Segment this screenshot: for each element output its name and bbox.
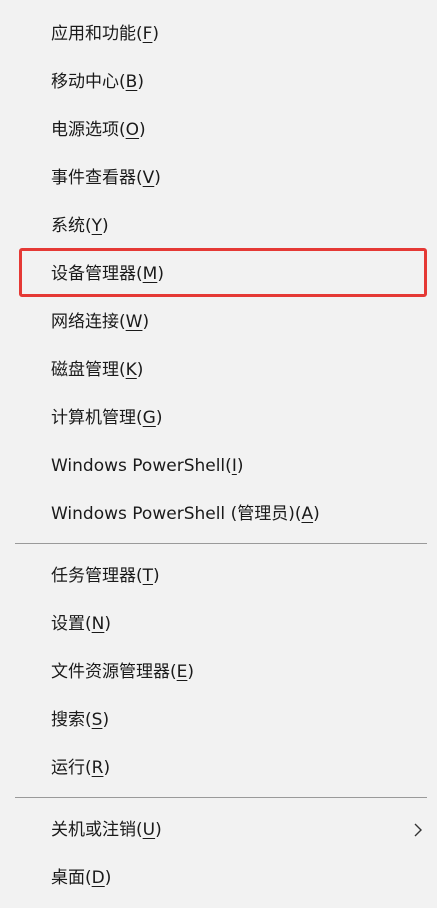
menu-item-label: 任务管理器 xyxy=(51,566,136,586)
menu-item-network-connections[interactable]: 网络连接(W) xyxy=(0,298,437,346)
menu-item-power-options[interactable]: 电源选项(O) xyxy=(0,106,437,154)
menu-item-settings[interactable]: 设置(N) xyxy=(0,600,437,648)
menu-item-powershell-admin[interactable]: Windows PowerShell (管理员)(A) xyxy=(0,490,437,538)
access-key: U xyxy=(142,820,156,840)
menu-item-label: 磁盘管理 xyxy=(51,360,119,380)
menu-separator xyxy=(15,797,427,798)
menu-item-label: 关机或注销 xyxy=(51,820,136,840)
menu-item-search[interactable]: 搜索(S) xyxy=(0,696,437,744)
access-key: E xyxy=(176,662,188,682)
menu-item-label: 设置 xyxy=(51,614,85,634)
menu-item-label: 系统 xyxy=(51,216,85,236)
menu-item-label: 运行 xyxy=(51,758,85,778)
access-key: S xyxy=(91,710,103,730)
menu-separator xyxy=(15,543,427,544)
access-key: F xyxy=(142,24,153,44)
menu-item-shutdown-signout[interactable]: 关机或注销(U) xyxy=(0,806,437,854)
access-key: A xyxy=(301,504,314,524)
access-key: K xyxy=(125,360,137,380)
context-menu: 应用和功能(F) 移动中心(B) 电源选项(O) 事件查看器(V) 系统(Y) … xyxy=(0,0,437,908)
menu-item-label: 搜索 xyxy=(51,710,85,730)
menu-item-powershell[interactable]: Windows PowerShell(I) xyxy=(0,442,437,490)
menu-item-file-explorer[interactable]: 文件资源管理器(E) xyxy=(0,648,437,696)
menu-item-label: 计算机管理 xyxy=(51,408,136,428)
menu-item-event-viewer[interactable]: 事件查看器(V) xyxy=(0,154,437,202)
menu-item-task-manager[interactable]: 任务管理器(T) xyxy=(0,552,437,600)
menu-item-label: Windows PowerShell xyxy=(51,456,226,476)
menu-item-run[interactable]: 运行(R) xyxy=(0,744,437,792)
access-key: D xyxy=(91,868,105,888)
access-key: W xyxy=(125,312,143,332)
menu-item-disk-management[interactable]: 磁盘管理(K) xyxy=(0,346,437,394)
access-key: O xyxy=(125,120,140,140)
access-key: G xyxy=(142,408,156,428)
access-key: V xyxy=(142,168,155,188)
menu-item-apps-features[interactable]: 应用和功能(F) xyxy=(0,10,437,58)
menu-item-label: 桌面 xyxy=(51,868,85,888)
highlight-annotation xyxy=(19,248,427,297)
menu-item-label: 电源选项 xyxy=(51,120,119,140)
menu-item-label: 事件查看器 xyxy=(51,168,136,188)
access-key: N xyxy=(91,614,105,634)
menu-item-label: 网络连接 xyxy=(51,312,119,332)
access-key: R xyxy=(91,758,104,778)
access-key: B xyxy=(125,72,138,92)
access-key: I xyxy=(231,456,237,476)
access-key: T xyxy=(142,566,154,586)
menu-item-computer-management[interactable]: 计算机管理(G) xyxy=(0,394,437,442)
access-key: Y xyxy=(91,216,103,236)
menu-item-mobility-center[interactable]: 移动中心(B) xyxy=(0,58,437,106)
menu-item-label: Windows PowerShell (管理员) xyxy=(51,504,295,524)
menu-item-label: 文件资源管理器 xyxy=(51,662,170,682)
menu-item-desktop[interactable]: 桌面(D) xyxy=(0,854,437,902)
menu-item-label: 应用和功能 xyxy=(51,24,136,44)
chevron-right-icon xyxy=(414,823,422,837)
menu-item-system[interactable]: 系统(Y) xyxy=(0,202,437,250)
menu-item-label: 移动中心 xyxy=(51,72,119,92)
